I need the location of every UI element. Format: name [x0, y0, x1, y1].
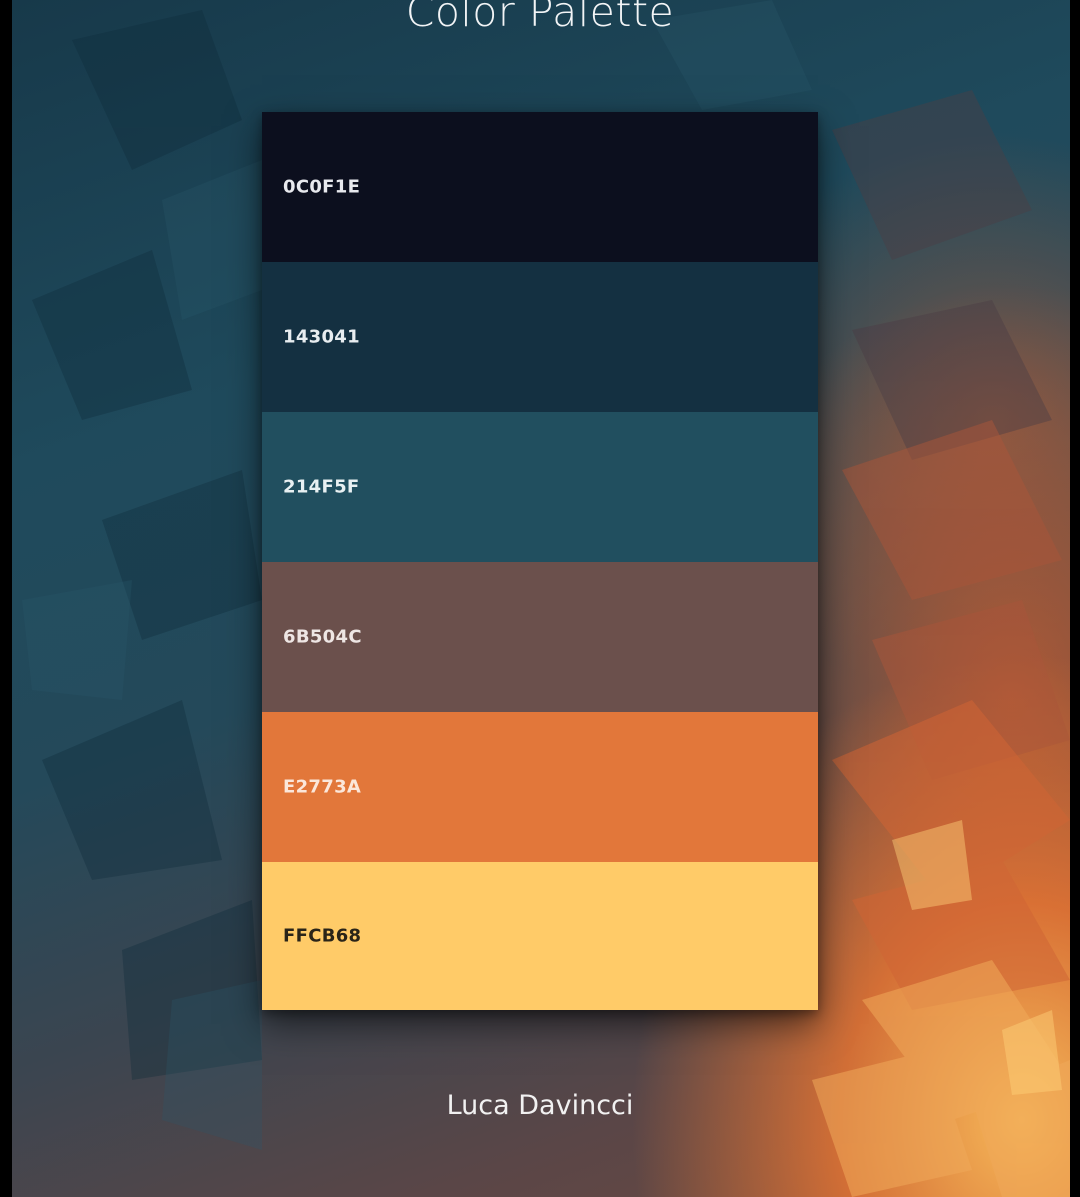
palette-card-image: Color Palette 0C0F1E 143041 214F5F 6B504… — [0, 0, 1080, 1197]
swatch-1: 143041 — [262, 262, 818, 412]
swatch-hex-label: 6B504C — [283, 626, 362, 648]
swatch-hex-label: 214F5F — [283, 476, 360, 498]
swatch-2: 214F5F — [262, 412, 818, 562]
swatch-hex-label: E2773A — [283, 776, 362, 798]
swatch-hex-label: 0C0F1E — [283, 176, 361, 198]
swatch-0: 0C0F1E — [262, 112, 818, 262]
author-name: Luca Davincci — [446, 1090, 634, 1121]
swatch-5: FFCB68 — [262, 862, 818, 1010]
swatch-4: E2773A — [262, 712, 818, 862]
swatch-hex-label: FFCB68 — [283, 925, 362, 947]
swatch-hex-label: 143041 — [283, 326, 360, 348]
palette-card: 0C0F1E 143041 214F5F 6B504C E2773A FFCB6… — [262, 112, 818, 1010]
swatch-3: 6B504C — [262, 562, 818, 712]
page-title: Color Palette — [405, 0, 675, 36]
